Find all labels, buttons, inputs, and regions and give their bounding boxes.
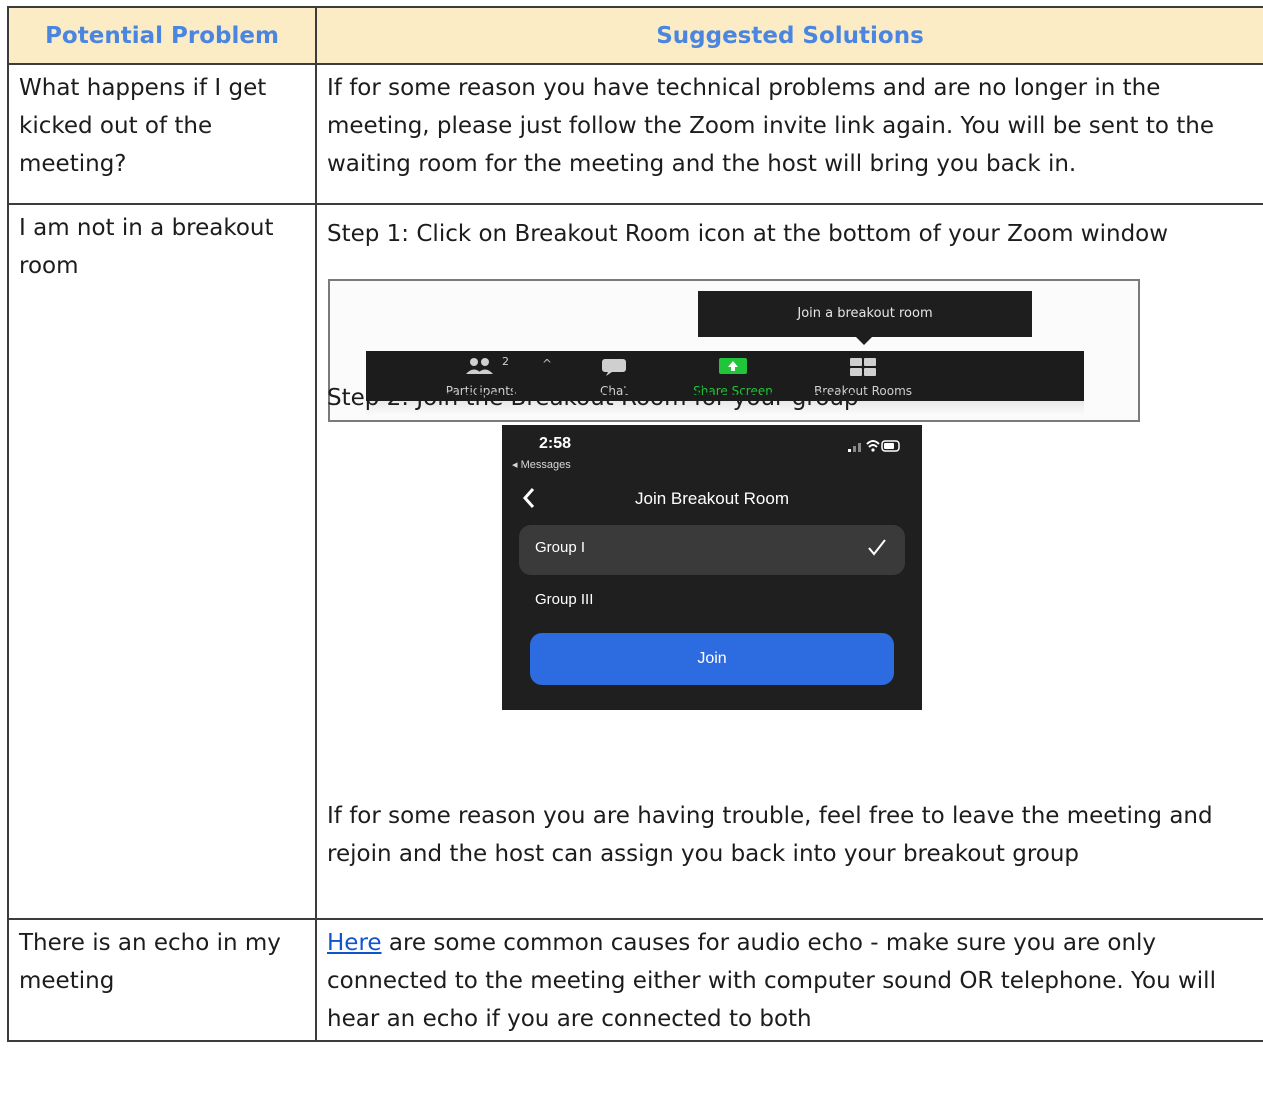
chat-icon bbox=[602, 359, 626, 376]
step-1-text: Step 1: Click on Breakout Room icon at t… bbox=[327, 221, 1169, 247]
solution-text: If for some reason you have technical pr… bbox=[327, 75, 1214, 177]
table-row: What happens if I get kicked out of the … bbox=[7, 63, 1263, 205]
problem-text: I am not in a breakout room bbox=[19, 215, 274, 279]
participants-icon bbox=[466, 358, 493, 374]
header-suggested-solutions: Suggested Solutions bbox=[315, 6, 1263, 65]
status-time: 2:58 bbox=[539, 435, 572, 452]
caret-up-icon[interactable]: ^ bbox=[542, 357, 552, 371]
troubleshooting-table: Potential Problem Suggested Solutions Wh… bbox=[7, 6, 1263, 1042]
participants-count: 2 bbox=[502, 355, 509, 368]
checkmark-icon bbox=[868, 539, 886, 556]
join-breakout-title: Join Breakout Room bbox=[634, 489, 790, 508]
join-button[interactable]: Join bbox=[530, 633, 894, 685]
table-row: There is an echo in my meeting Here are … bbox=[7, 918, 1263, 1042]
table-header-row: Potential Problem Suggested Solutions bbox=[7, 6, 1263, 65]
share-screen-icon bbox=[719, 358, 747, 374]
phone-breakout-screenshot: 2:58 ◂ Messages Join Breakout Room Group… bbox=[502, 425, 922, 710]
group-option-selected[interactable]: Group I bbox=[519, 525, 905, 575]
solution-rest-text: are some common causes for audio echo - … bbox=[327, 930, 1216, 1032]
status-icons bbox=[848, 439, 902, 458]
solution-text: Here are some common causes for audio ec… bbox=[317, 920, 1263, 1038]
breakout-tooltip: Join a breakout room bbox=[698, 291, 1032, 345]
trouble-text: If for some reason you are having troubl… bbox=[327, 803, 1213, 867]
table-row: I am not in a breakout room Step 1: Clic… bbox=[7, 203, 1263, 920]
step-2-text: Step 2: Join the Breakout Room for your … bbox=[327, 385, 859, 411]
problem-text: What happens if I get kicked out of the … bbox=[19, 75, 267, 177]
group-label: Group I bbox=[535, 539, 586, 556]
problem-text: There is an echo in my meeting bbox=[19, 930, 281, 994]
breakout-rooms-icon bbox=[850, 358, 876, 376]
back-to-messages-link[interactable]: ◂ Messages bbox=[512, 458, 571, 471]
group-option[interactable]: Group III bbox=[535, 591, 593, 608]
signal-wifi-battery-icon bbox=[848, 440, 900, 452]
here-link[interactable]: Here bbox=[327, 930, 382, 956]
header-potential-problem: Potential Problem bbox=[7, 6, 317, 65]
